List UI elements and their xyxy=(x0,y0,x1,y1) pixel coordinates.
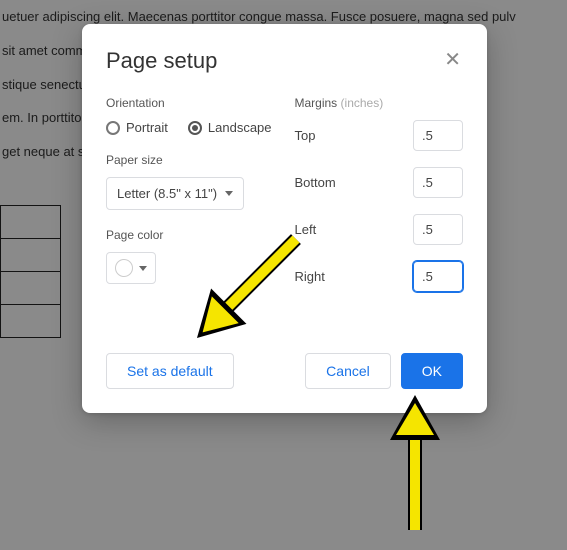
paper-size-value: Letter (8.5" x 11") xyxy=(117,186,217,201)
orientation-label: Orientation xyxy=(106,96,275,110)
margin-left-label: Left xyxy=(295,222,317,237)
orientation-portrait-radio[interactable]: Portrait xyxy=(106,120,168,135)
color-swatch-icon xyxy=(115,259,133,277)
radio-icon xyxy=(188,121,202,135)
orientation-landscape-radio[interactable]: Landscape xyxy=(188,120,272,135)
paper-size-label: Paper size xyxy=(106,153,275,167)
margin-bottom-label: Bottom xyxy=(295,175,336,190)
dialog-title: Page setup xyxy=(106,48,217,74)
close-icon[interactable]: ✕ xyxy=(442,48,463,72)
margins-label: Margins (inches) xyxy=(295,96,464,110)
page-color-label: Page color xyxy=(106,228,275,242)
margin-top-label: Top xyxy=(295,128,316,143)
margin-right-input[interactable] xyxy=(413,261,463,292)
cancel-button[interactable]: Cancel xyxy=(305,353,391,389)
portrait-label: Portrait xyxy=(126,120,168,135)
margin-right-label: Right xyxy=(295,269,325,284)
paper-size-select[interactable]: Letter (8.5" x 11") xyxy=(106,177,244,210)
page-setup-dialog: Page setup ✕ Orientation Portrait Landsc… xyxy=(82,24,487,413)
margin-top-input[interactable] xyxy=(413,120,463,151)
margin-left-input[interactable] xyxy=(413,214,463,245)
caret-down-icon xyxy=(139,266,147,271)
background-table xyxy=(0,205,61,338)
page-color-select[interactable] xyxy=(106,252,156,284)
landscape-label: Landscape xyxy=(208,120,272,135)
radio-icon xyxy=(106,121,120,135)
margin-bottom-input[interactable] xyxy=(413,167,463,198)
ok-button[interactable]: OK xyxy=(401,353,463,389)
caret-down-icon xyxy=(225,191,233,196)
set-as-default-button[interactable]: Set as default xyxy=(106,353,234,389)
